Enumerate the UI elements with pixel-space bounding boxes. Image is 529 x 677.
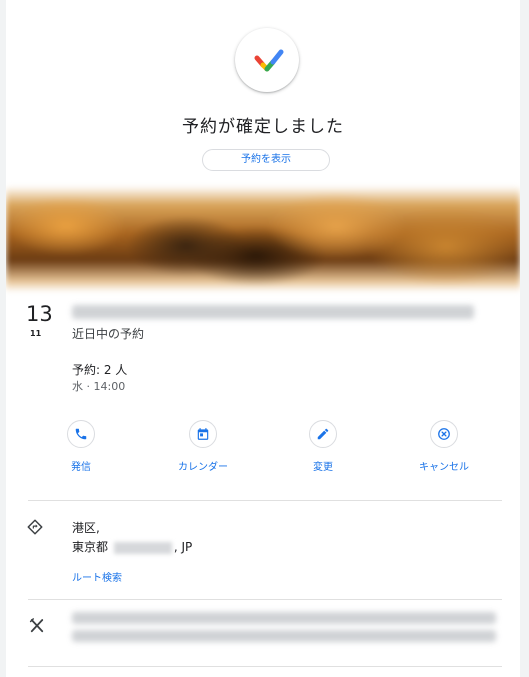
confirmation-title: 予約が確定しました [182,117,344,137]
reservation-card: 予約が確定しました 予約を表示 13 11 近日中の予約 予約: 2 人 水 ·… [6,0,520,677]
edit-label: 変更 [313,462,333,473]
address-suffix: , JP [173,540,193,554]
restaurant-name-redacted [72,305,474,319]
edit-button[interactable]: 変更 [278,420,368,473]
address-line-1: 港区, [72,521,100,535]
divider [28,500,502,501]
call-button[interactable]: 発信 [36,420,126,473]
address-prefix: 東京都 [72,540,112,554]
directions-icon [26,518,44,540]
call-label: 発信 [71,462,91,473]
checkmark-badge [235,28,299,92]
checkmark-icon [254,49,284,72]
calendar-button[interactable]: カレンダー [158,420,248,473]
party-size: 予約: 2 人 [72,363,128,377]
calendar-label: カレンダー [178,462,228,473]
cancel-icon [438,428,450,440]
date-day: 13 [26,302,53,326]
cancel-label: キャンセル [419,462,469,473]
cancel-button[interactable]: キャンセル [399,420,489,473]
address-redacted [113,541,172,554]
route-search-link[interactable]: ルート検索 [72,569,122,584]
reservation-time: 水 · 14:00 [72,380,126,393]
restaurant-details-redacted [72,630,496,642]
calendar-icon [197,428,209,440]
view-reservation-button[interactable]: 予約を表示 [202,149,330,171]
restaurant-details-redacted [72,612,496,624]
pencil-icon [317,428,329,440]
address-line-2: 東京都 , JP [72,538,192,555]
restaurant-photo [6,186,520,292]
date-month: 11 [30,329,42,338]
divider [28,666,502,667]
reservation-status: 近日中の予約 [72,327,145,341]
divider [28,599,502,600]
phone-icon [75,428,87,440]
restaurant-icon [28,617,46,639]
